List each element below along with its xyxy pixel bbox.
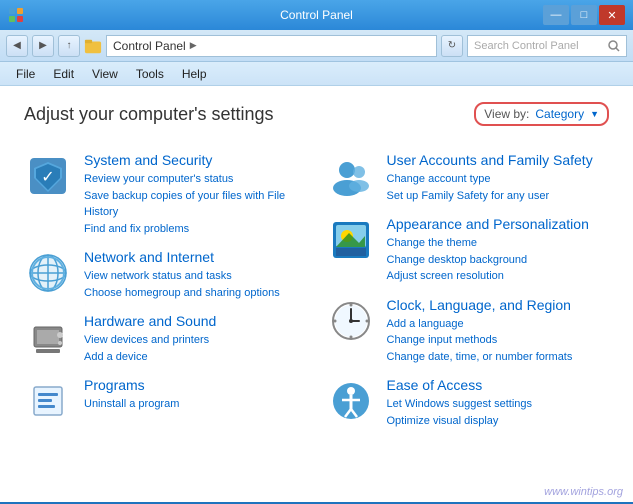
- clock-link-1[interactable]: Add a language: [387, 316, 573, 333]
- menu-edit[interactable]: Edit: [45, 65, 82, 83]
- menu-tools[interactable]: Tools: [128, 65, 172, 83]
- clock-text: Clock, Language, and Region Add a langua…: [387, 297, 573, 366]
- hardware-link-1[interactable]: View devices and printers: [84, 332, 216, 349]
- left-column: ✓ System and Security Review your comput…: [24, 146, 307, 435]
- user-accounts-text: User Accounts and Family Safety Change a…: [387, 152, 593, 204]
- search-icon: [608, 40, 620, 52]
- menu-view[interactable]: View: [84, 65, 126, 83]
- ease-access-text: Ease of Access Let Windows suggest setti…: [387, 377, 533, 429]
- view-by-control[interactable]: View by: Category ▼: [474, 102, 609, 126]
- refresh-button[interactable]: ↻: [441, 35, 463, 57]
- panel-system-security: ✓ System and Security Review your comput…: [24, 146, 307, 243]
- back-button[interactable]: ◀: [6, 35, 28, 57]
- clock-icon: [327, 297, 375, 345]
- main-content: Adjust your computer's settings View by:…: [0, 86, 633, 502]
- user-accounts-title[interactable]: User Accounts and Family Safety: [387, 152, 593, 168]
- forward-button[interactable]: ▶: [32, 35, 54, 57]
- user-accounts-icon: [327, 152, 375, 200]
- panel-network: Network and Internet View network status…: [24, 243, 307, 307]
- hardware-text: Hardware and Sound View devices and prin…: [84, 313, 216, 365]
- panel-clock: Clock, Language, and Region Add a langua…: [327, 291, 610, 372]
- panel-ease-access: Ease of Access Let Windows suggest setti…: [327, 371, 610, 435]
- network-text: Network and Internet View network status…: [84, 249, 280, 301]
- ease-access-icon: [327, 377, 375, 425]
- right-column: User Accounts and Family Safety Change a…: [327, 146, 610, 435]
- panel-appearance: Appearance and Personalization Change th…: [327, 210, 610, 291]
- system-security-link-2[interactable]: Save backup copies of your files with Fi…: [84, 188, 307, 221]
- content-header: Adjust your computer's settings View by:…: [24, 102, 609, 126]
- appearance-text: Appearance and Personalization Change th…: [387, 216, 589, 285]
- watermark: www.wintips.org: [544, 486, 623, 498]
- menu-bar: File Edit View Tools Help: [0, 62, 633, 86]
- address-arrow: ▶: [190, 40, 197, 51]
- user-accounts-link-2[interactable]: Set up Family Safety for any user: [387, 188, 593, 205]
- app-icon: [8, 7, 24, 23]
- view-by-label: View by:: [484, 107, 529, 121]
- window-title: Control Panel: [280, 8, 353, 22]
- search-placeholder: Search Control Panel: [474, 40, 579, 52]
- address-text: Control Panel: [113, 39, 186, 53]
- address-field[interactable]: Control Panel ▶: [106, 35, 437, 57]
- chevron-down-icon: ▼: [590, 109, 599, 119]
- appearance-link-2[interactable]: Change desktop background: [387, 252, 589, 269]
- svg-text:✓: ✓: [41, 169, 54, 186]
- user-accounts-link-1[interactable]: Change account type: [387, 171, 593, 188]
- menu-help[interactable]: Help: [174, 65, 215, 83]
- system-security-title[interactable]: System and Security: [84, 152, 307, 168]
- clock-link-3[interactable]: Change date, time, or number formats: [387, 349, 573, 366]
- appearance-title[interactable]: Appearance and Personalization: [387, 216, 589, 232]
- page-title: Adjust your computer's settings: [24, 104, 274, 125]
- minimize-button[interactable]: —: [543, 5, 569, 25]
- system-security-icon: ✓: [24, 152, 72, 200]
- appearance-link-1[interactable]: Change the theme: [387, 235, 589, 252]
- window-controls: — □ ✕: [543, 5, 625, 25]
- up-button[interactable]: ↑: [58, 35, 80, 57]
- view-by-value[interactable]: Category: [535, 107, 584, 121]
- hardware-icon: [24, 313, 72, 361]
- title-bar: Control Panel — □ ✕: [0, 0, 633, 30]
- network-link-2[interactable]: Choose homegroup and sharing options: [84, 285, 280, 302]
- system-security-link-3[interactable]: Find and fix problems: [84, 221, 307, 238]
- network-title[interactable]: Network and Internet: [84, 249, 280, 265]
- programs-title[interactable]: Programs: [84, 377, 179, 393]
- system-security-text: System and Security Review your computer…: [84, 152, 307, 237]
- panels-grid: ✓ System and Security Review your comput…: [24, 146, 609, 435]
- programs-link-1[interactable]: Uninstall a program: [84, 396, 179, 413]
- menu-file[interactable]: File: [8, 65, 43, 83]
- address-bar: ◀ ▶ ↑ Control Panel ▶ ↻ Search Control P…: [0, 30, 633, 62]
- search-box[interactable]: Search Control Panel: [467, 35, 627, 57]
- panel-programs: Programs Uninstall a program: [24, 371, 307, 431]
- folder-icon: [84, 37, 102, 55]
- maximize-button[interactable]: □: [571, 5, 597, 25]
- close-button[interactable]: ✕: [599, 5, 625, 25]
- network-link-1[interactable]: View network status and tasks: [84, 268, 280, 285]
- appearance-icon: [327, 216, 375, 264]
- programs-text: Programs Uninstall a program: [84, 377, 179, 413]
- panel-user-accounts: User Accounts and Family Safety Change a…: [327, 146, 610, 210]
- hardware-title[interactable]: Hardware and Sound: [84, 313, 216, 329]
- hardware-link-2[interactable]: Add a device: [84, 349, 216, 366]
- ease-access-link-1[interactable]: Let Windows suggest settings: [387, 396, 533, 413]
- ease-access-title[interactable]: Ease of Access: [387, 377, 533, 393]
- clock-title[interactable]: Clock, Language, and Region: [387, 297, 573, 313]
- panel-hardware: Hardware and Sound View devices and prin…: [24, 307, 307, 371]
- ease-access-link-2[interactable]: Optimize visual display: [387, 413, 533, 430]
- clock-link-2[interactable]: Change input methods: [387, 332, 573, 349]
- network-icon: [24, 249, 72, 297]
- system-security-link-1[interactable]: Review your computer's status: [84, 171, 307, 188]
- title-bar-left: [8, 7, 24, 23]
- programs-icon: [24, 377, 72, 425]
- appearance-link-3[interactable]: Adjust screen resolution: [387, 268, 589, 285]
